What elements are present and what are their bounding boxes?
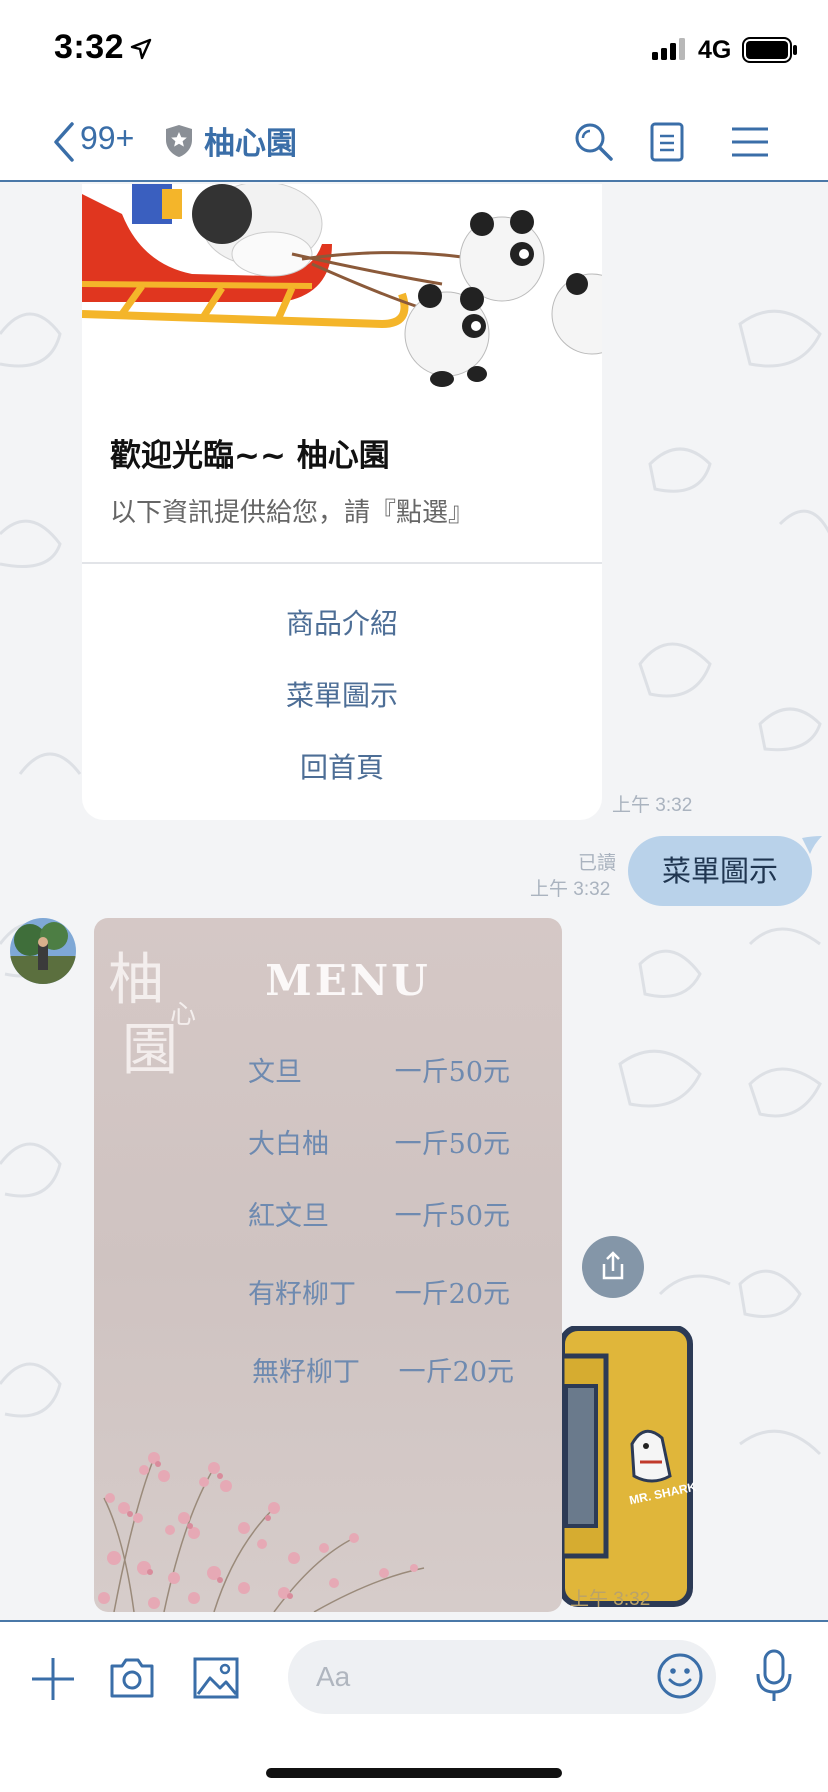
signal-icon <box>652 38 685 60</box>
bubble-tail <box>802 836 822 854</box>
avatar[interactable] <box>10 918 76 984</box>
sticker-time: 上午 3:32 <box>570 1589 651 1610</box>
menu-item-name: 紅文旦 <box>248 1201 329 1232</box>
unread-count: 99+ <box>80 120 135 156</box>
flowers-illustration <box>98 1452 425 1612</box>
home-indicator <box>266 1768 562 1778</box>
status-time: 3:32 <box>54 28 125 66</box>
back-chevron-icon <box>54 122 74 162</box>
search-icon[interactable] <box>574 122 614 162</box>
my-message-time: 上午 3:32 <box>530 879 611 900</box>
menu-item-name: 大白柚 <box>248 1129 329 1160</box>
input-bar <box>0 1620 828 1792</box>
sleigh-panda-image <box>82 184 602 404</box>
menu-item-name: 文旦 <box>248 1057 302 1088</box>
network-label: 4G <box>698 36 732 64</box>
message-input[interactable] <box>288 1640 716 1714</box>
nav-bar: 99+ 柚心園 <box>0 96 828 182</box>
menu-icon[interactable] <box>730 126 770 158</box>
status-bar: 3:32 4G <box>0 0 828 96</box>
plus-icon[interactable] <box>30 1656 76 1702</box>
shield-star-icon <box>166 125 192 157</box>
menu-heading: MENU <box>265 956 431 1005</box>
card-subtitle: 以下資訊提供給您，請『點選』 <box>110 498 475 528</box>
card-divider <box>82 562 602 564</box>
read-label: 已讀 <box>578 852 617 874</box>
card-title: 歡迎光臨~~ 柚心園 <box>110 438 390 474</box>
menu-item-price: 一斤50元 <box>394 1057 510 1088</box>
image-icon[interactable] <box>192 1656 240 1700</box>
share-button[interactable] <box>582 1236 644 1298</box>
share-icon <box>602 1251 624 1280</box>
microphone-icon[interactable] <box>754 1648 794 1704</box>
battery-icon <box>742 37 797 63</box>
my-message-bubble[interactable]: 菜單圖示 <box>628 836 812 906</box>
welcome-card[interactable]: 歡迎光臨~~ 柚心園 以下資訊提供給您，請『點選』 商品介紹 菜單圖示 回首頁 <box>82 184 602 820</box>
menu-item-name: 有籽柳丁 <box>248 1279 356 1310</box>
shark-sticker[interactable]: MR. SHARK <box>562 1326 698 1612</box>
home-button[interactable]: 回首頁 <box>82 746 602 786</box>
emoji-icon[interactable] <box>656 1652 704 1700</box>
notes-icon[interactable] <box>650 122 686 162</box>
menu-image[interactable]: 柚 心 園 MENU 文旦 一斤50元 大白柚 一斤50元 紅文旦 一斤50元 … <box>94 918 562 1612</box>
location-arrow-icon <box>130 38 152 60</box>
welcome-card-time: 上午 3:32 <box>612 795 693 816</box>
chat-title: 柚心園 <box>204 126 297 162</box>
back-button[interactable]: 99+ <box>48 118 148 162</box>
menu-item-price: 一斤50元 <box>394 1129 510 1160</box>
chat-area[interactable]: 歡迎光臨~~ 柚心園 以下資訊提供給您，請『點選』 商品介紹 菜單圖示 回首頁 … <box>0 184 828 1620</box>
menu-item-price: 一斤50元 <box>394 1201 510 1232</box>
menu-item-price: 一斤20元 <box>394 1279 510 1310</box>
product-intro-button[interactable]: 商品介紹 <box>82 602 602 642</box>
camera-icon[interactable] <box>108 1656 156 1700</box>
menu-image-button[interactable]: 菜單圖示 <box>82 674 602 714</box>
avatar-photo <box>10 918 76 984</box>
